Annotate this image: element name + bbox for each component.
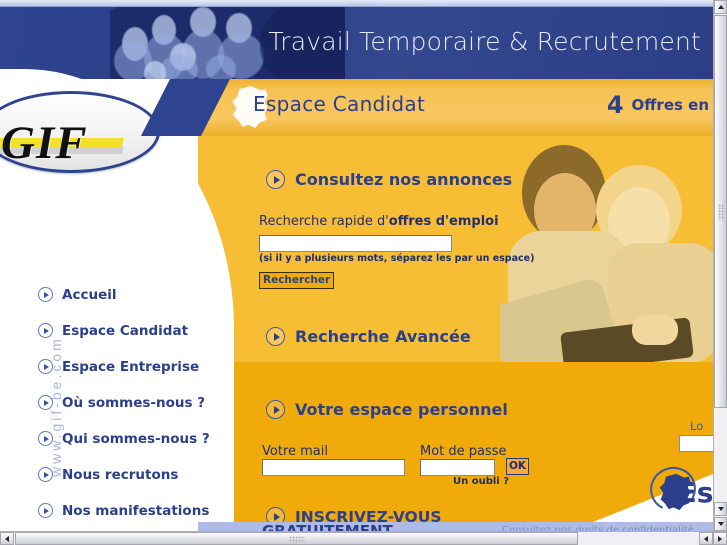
site-tagline: Travail Temporaire & Recrutement <box>268 27 701 56</box>
sidebar-item-accueil[interactable]: Accueil <box>38 282 210 307</box>
arrow-circle-icon <box>38 503 53 518</box>
horizontal-scrollbar-thumb[interactable] <box>15 532 578 545</box>
section-consultez-annonces[interactable]: Consultez nos annonces <box>266 170 512 189</box>
search-button[interactable]: Rechercher <box>259 272 335 289</box>
scroll-right-button[interactable] <box>713 532 727 545</box>
sidebar-item-label: Où sommes-nous ? <box>62 394 206 411</box>
section-recherche-avancee[interactable]: Recherche Avancée <box>266 327 471 346</box>
quick-search-label: Recherche rapide d'offres d'emploi <box>259 214 499 229</box>
offers-count-number: 4 <box>606 91 624 119</box>
page-viewport: Travail Temporaire & Recrutement www.gif… <box>0 7 713 531</box>
password-label: Mot de passe <box>420 444 507 459</box>
forgot-password-link[interactable]: Un oubli ? <box>453 476 509 487</box>
sidebar-item-label: Nous recrutons <box>62 466 179 483</box>
quick-search-label-bold: offres d'emploi <box>388 214 499 229</box>
section-heading: Recherche Avancée <box>295 327 471 346</box>
email-field[interactable] <box>262 459 405 476</box>
scroll-left-button[interactable] <box>0 532 14 545</box>
scroll-left-button-secondary[interactable] <box>699 532 713 545</box>
quick-search-hint: (si il y a plusieurs mots, séparez les p… <box>259 253 535 264</box>
logo-text: GIF <box>1 117 88 169</box>
sidebar-item-label: Espace Candidat <box>62 322 189 339</box>
sidebar-nav: Accueil Espace Candidat Espace Entrepris… <box>38 282 210 531</box>
right-login-label: Lo <box>690 419 704 433</box>
people-laptop-photo <box>500 139 713 362</box>
vertical-scrollbar-thumb[interactable] <box>714 15 727 408</box>
sidebar-item-espace-entreprise[interactable]: Espace Entreprise <box>38 354 210 379</box>
arrow-circle-icon <box>266 400 285 419</box>
banner-title: Espace Candidat <box>253 92 426 116</box>
arrow-circle-icon <box>38 431 53 446</box>
grip-icon <box>288 536 305 543</box>
sidebar-item-nous-recrutons[interactable]: Nous recrutons <box>38 462 210 487</box>
mail-label: Votre mail <box>262 444 328 459</box>
section-heading: Consultez nos annonces <box>295 170 513 189</box>
section-heading: Votre espace personnel <box>295 400 508 419</box>
scroll-down-button[interactable] <box>714 517 727 531</box>
gif-logo[interactable]: GIF <box>0 91 160 173</box>
sidebar-item-label: Accueil <box>62 286 117 303</box>
arrow-circle-icon <box>38 287 53 302</box>
selection-band-left <box>0 522 198 531</box>
arrow-circle-icon <box>38 359 53 374</box>
quick-search-label-plain: Recherche rapide d' <box>259 214 389 229</box>
password-field[interactable] <box>420 459 495 476</box>
sidebar-item-ou-sommes-nous[interactable]: Où sommes-nous ? <box>38 390 210 415</box>
arrow-circle-icon <box>38 467 53 482</box>
site-header: Travail Temporaire & Recrutement <box>0 7 713 79</box>
espace-logo[interactable]: Espac <box>643 460 713 518</box>
section-espace-personnel[interactable]: Votre espace personnel <box>266 400 508 419</box>
scroll-up-button[interactable] <box>714 0 727 14</box>
content-lower-band <box>198 362 713 522</box>
sidebar-item-label: Nos manifestations <box>62 502 210 519</box>
offers-count-label: Offres en <box>631 96 709 114</box>
quick-search-input[interactable] <box>259 235 452 252</box>
arrow-circle-icon <box>38 395 53 410</box>
login-ok-button[interactable]: OK <box>506 458 530 475</box>
right-login-input[interactable] <box>679 435 713 452</box>
inscription-heading-line2: GRATUITEMENT <box>262 522 393 531</box>
sidebar-item-label: Espace Entreprise <box>62 358 200 375</box>
sidebar-item-nos-manifestations[interactable]: Nos manifestations <box>38 498 210 523</box>
vertical-scrollbar[interactable] <box>713 0 727 531</box>
scroll-down-button-inner[interactable] <box>714 502 727 516</box>
sidebar-item-qui-sommes-nous[interactable]: Qui sommes-nous ? <box>38 426 210 451</box>
arrow-circle-icon <box>38 323 53 338</box>
sidebar-item-espace-candidat[interactable]: Espace Candidat <box>38 318 210 343</box>
offers-counter: 4 Offres en <box>607 91 709 119</box>
grip-icon <box>718 203 725 220</box>
arrow-circle-icon <box>266 327 285 346</box>
horizontal-scrollbar[interactable] <box>0 531 727 545</box>
selection-band: GRATUITEMENT Consultez nos droits de con… <box>198 522 713 531</box>
sidebar-item-label: Qui sommes-nous ? <box>62 430 210 447</box>
browser-top-strip <box>0 0 713 7</box>
page-banner: Espace Candidat 4 Offres en <box>198 79 713 136</box>
browser-window: Travail Temporaire & Recrutement www.gif… <box>0 0 727 545</box>
arrow-circle-icon <box>266 170 285 189</box>
